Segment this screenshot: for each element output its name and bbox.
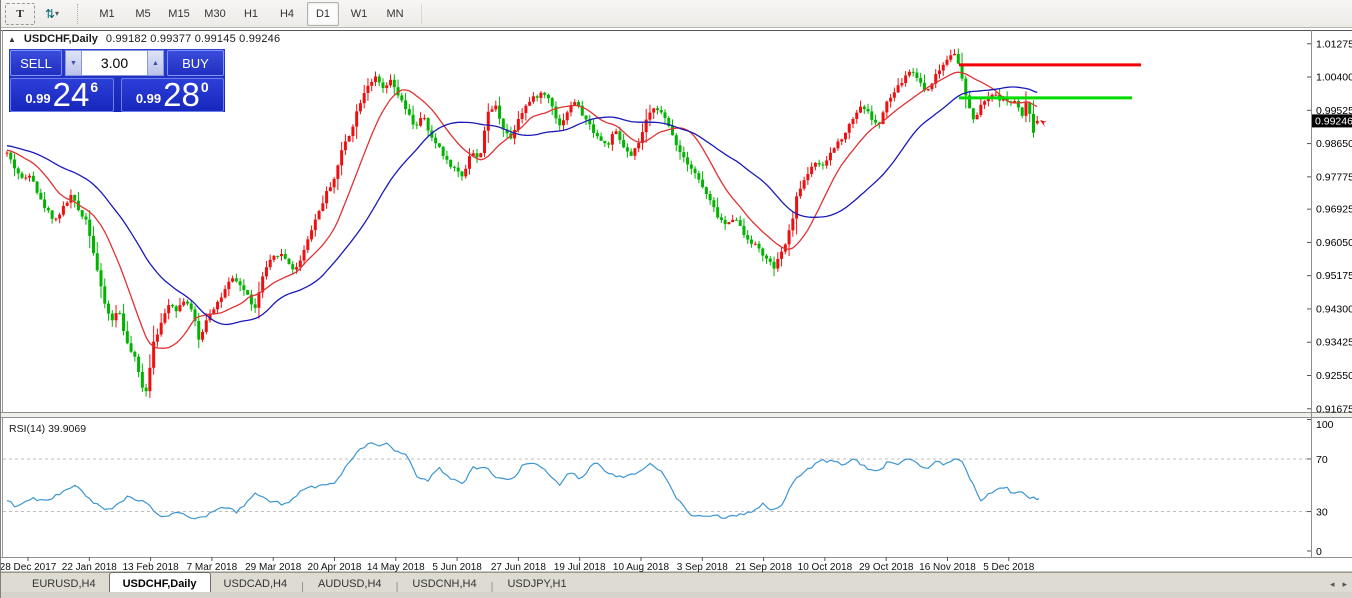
- svg-text:3 Sep 2018: 3 Sep 2018: [677, 562, 729, 572]
- svg-text:0.95175: 0.95175: [1316, 270, 1352, 282]
- volume-decrease-button[interactable]: ▼: [65, 50, 82, 76]
- svg-text:0.96050: 0.96050: [1316, 237, 1352, 249]
- svg-text:70: 70: [1316, 454, 1328, 466]
- svg-text:14 May 2018: 14 May 2018: [367, 562, 425, 572]
- chart-ohlc-values: 0.99182 0.99377 0.99145 0.99246: [106, 33, 280, 45]
- svg-text:0.99246: 0.99246: [1315, 115, 1352, 127]
- tab-scroll-right-icon[interactable]: ▸: [1342, 579, 1347, 590]
- timeframe-button-d1[interactable]: D1: [307, 2, 339, 26]
- buy-price-pips: 28: [163, 80, 200, 110]
- status-strip: [1, 592, 1352, 598]
- text-tool-button[interactable]: T: [5, 3, 35, 25]
- trading-platform-window: T ⇅ ▾ M1M5M15M30H1H4D1W1MN 1.01275 1.0040…: [0, 0, 1352, 598]
- one-click-trading-panel: SELL ▼ 3.00 ▲ BUY 0.99 24 6 0.99 28 0: [9, 49, 225, 112]
- chevron-down-icon: ▾: [55, 9, 59, 18]
- chart-tab-bar: EURUSD,H4USDCHF,DailyUSDCAD,H4|AUDUSD,H4…: [1, 572, 1352, 593]
- chart-header: ▲ USDCHF,Daily 0.99182 0.99377 0.99145 0…: [8, 33, 280, 45]
- svg-text:20 Apr 2018: 20 Apr 2018: [308, 562, 362, 572]
- svg-text:0.96925: 0.96925: [1316, 204, 1352, 216]
- timeframe-button-h1[interactable]: H1: [235, 2, 267, 26]
- double-arrow-icon: ⇅: [45, 7, 54, 21]
- timeframe-button-m30[interactable]: M30: [199, 2, 231, 26]
- rsi-line: [7, 443, 1039, 519]
- sell-price-display[interactable]: 0.99 24 6: [10, 78, 114, 112]
- tab-scroll-buttons: ◂ ▸: [1330, 579, 1347, 590]
- timeframe-button-m1[interactable]: M1: [91, 2, 123, 26]
- top-toolbar: T ⇅ ▾ M1M5M15M30H1H4D1W1MN: [1, 0, 1352, 28]
- rsi-indicator-label: RSI(14) 39.9069: [9, 423, 86, 435]
- svg-text:30: 30: [1316, 507, 1328, 519]
- chart-tab-audusd[interactable]: AUDUSD,H4: [305, 574, 395, 593]
- svg-text:22 Jan 2018: 22 Jan 2018: [62, 562, 117, 572]
- chart-tab-usdjpy[interactable]: USDJPY,H1: [494, 574, 579, 593]
- timeframe-button-w1[interactable]: W1: [343, 2, 375, 26]
- svg-text:10 Oct 2018: 10 Oct 2018: [798, 562, 853, 572]
- timeframe-button-m15[interactable]: M15: [163, 2, 195, 26]
- sell-price-pips: 24: [53, 80, 90, 110]
- svg-text:7 Mar 2018: 7 Mar 2018: [187, 562, 238, 572]
- svg-text:0.94300: 0.94300: [1316, 303, 1352, 315]
- sell-arrow-icon: [1040, 120, 1047, 127]
- chart-tab-usdcnh[interactable]: USDCNH,H4: [399, 574, 489, 593]
- timeframe-button-group: M1M5M15M30H1H4D1W1MN: [91, 2, 411, 26]
- volume-stepper: ▼ 3.00 ▲: [65, 50, 164, 76]
- buy-price-prefix: 0.99: [136, 91, 161, 106]
- chart-tab-usdcad[interactable]: USDCAD,H4: [211, 574, 301, 593]
- svg-text:19 Jul 2018: 19 Jul 2018: [554, 562, 606, 572]
- tab-scroll-left-icon[interactable]: ◂: [1330, 579, 1335, 590]
- date-axis: 28 Dec 2017 22 Jan 2018 13 Feb 2018 7 Mar 2…: [1, 557, 1035, 572]
- chart-symbol-label: USDCHF,Daily: [24, 33, 98, 45]
- svg-text:16 Nov 2018: 16 Nov 2018: [919, 562, 976, 572]
- volume-field[interactable]: 3.00: [82, 50, 147, 76]
- volume-increase-button[interactable]: ▲: [147, 50, 164, 76]
- timeframe-button-h4[interactable]: H4: [271, 2, 303, 26]
- timeframe-button-m5[interactable]: M5: [127, 2, 159, 26]
- svg-text:0.93425: 0.93425: [1316, 337, 1352, 349]
- arrange-windows-button[interactable]: ⇅ ▾: [37, 3, 67, 25]
- svg-text:13 Feb 2018: 13 Feb 2018: [123, 562, 180, 572]
- svg-text:10 Aug 2018: 10 Aug 2018: [613, 562, 670, 572]
- buy-price-point: 0: [201, 79, 209, 95]
- sell-price-prefix: 0.99: [25, 91, 50, 106]
- sell-button[interactable]: SELL: [10, 50, 62, 76]
- timeframe-button-mn[interactable]: MN: [379, 2, 411, 26]
- svg-text:1.01275: 1.01275: [1316, 38, 1352, 50]
- svg-text:100: 100: [1316, 419, 1334, 431]
- chart-tab-eurusd[interactable]: EURUSD,H4: [19, 574, 109, 593]
- svg-text:1.00400: 1.00400: [1316, 72, 1352, 84]
- svg-text:5 Dec 2018: 5 Dec 2018: [983, 562, 1035, 572]
- svg-text:0.98650: 0.98650: [1316, 138, 1352, 150]
- svg-text:0.97775: 0.97775: [1316, 171, 1352, 183]
- toolbar-separator: [77, 4, 83, 24]
- svg-text:21 Sep 2018: 21 Sep 2018: [735, 562, 792, 572]
- collapse-icon[interactable]: ▲: [8, 35, 16, 44]
- svg-text:28 Dec 2017: 28 Dec 2017: [1, 562, 57, 572]
- svg-text:27 Jun 2018: 27 Jun 2018: [491, 562, 546, 572]
- svg-text:0: 0: [1316, 546, 1322, 558]
- svg-text:0.91675: 0.91675: [1316, 403, 1352, 415]
- buy-price-display[interactable]: 0.99 28 0: [121, 78, 225, 112]
- sell-price-point: 6: [90, 79, 98, 95]
- svg-text:5 Jun 2018: 5 Jun 2018: [432, 562, 482, 572]
- svg-text:0.92550: 0.92550: [1316, 370, 1352, 382]
- buy-button[interactable]: BUY: [167, 50, 224, 76]
- svg-text:29 Mar 2018: 29 Mar 2018: [245, 562, 302, 572]
- svg-text:29 Oct 2018: 29 Oct 2018: [859, 562, 914, 572]
- chart-tab-usdchf[interactable]: USDCHF,Daily: [109, 572, 211, 593]
- price-axis: 1.012751.004000.995250.986500.977750.969…: [1307, 38, 1352, 415]
- toolbar-end-separator: [421, 4, 423, 24]
